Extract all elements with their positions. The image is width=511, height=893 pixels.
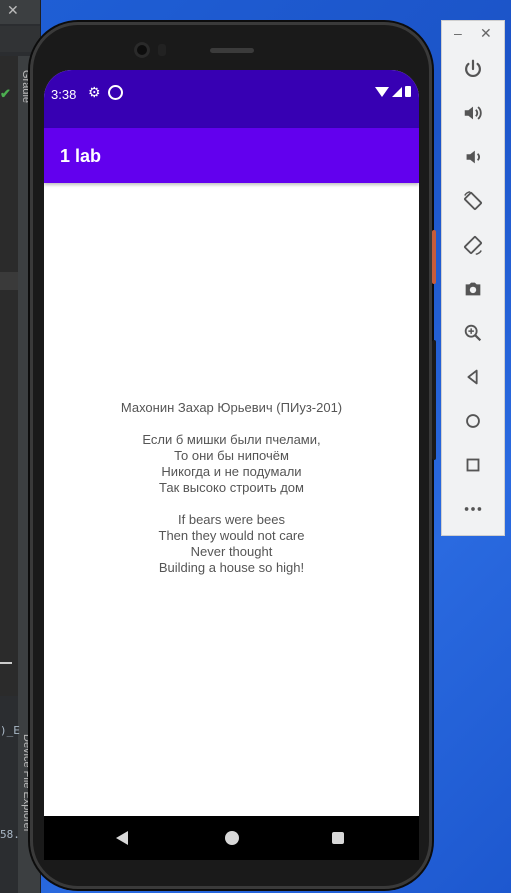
poem-line: Building a house so high! <box>158 560 305 575</box>
overview-icon[interactable] <box>459 451 487 479</box>
volume-side-button[interactable] <box>432 340 436 460</box>
check-icon: ✔ <box>0 86 11 101</box>
poem-russian: Если б мишки были пчелами, То они бы нип… <box>44 432 419 496</box>
main-text: Махонин Захар Юрьевич (ПИуз-201) Если б … <box>44 400 419 592</box>
back-icon[interactable] <box>459 363 487 391</box>
code-fragment: )_E <box>0 724 20 737</box>
poem-line: Never thought <box>190 544 273 559</box>
poem-english: If bears were bees Then they would not c… <box>44 512 419 576</box>
author-line: Махонин Захар Юрьевич (ПИуз-201) <box>120 400 343 415</box>
nav-back-icon[interactable] <box>116 831 128 845</box>
emulator-toolbar: – ✕ <box>441 20 505 536</box>
phone-screen: 3:38 ⚙ 1 lab Махонин Захар Юрьевич (ПИуз… <box>44 70 419 847</box>
battery-icon <box>405 86 411 97</box>
poem-line: If bears were bees <box>178 512 285 527</box>
emulator-titlebar: – ✕ <box>442 25 504 45</box>
nav-home-icon[interactable] <box>225 831 239 845</box>
poem-line: Если б мишки были пчелами, <box>142 432 321 447</box>
zoom-icon[interactable] <box>459 319 487 347</box>
ide-line-highlight <box>0 272 18 290</box>
ide-titlebar: ✕ <box>0 0 40 24</box>
camera-screenshot-icon[interactable] <box>459 275 487 303</box>
speaker-grille <box>210 48 254 53</box>
navigation-bar <box>44 816 419 860</box>
home-icon[interactable] <box>459 407 487 435</box>
app-title: 1 lab <box>60 146 102 166</box>
poem-line: Никогда и не подумали <box>161 464 302 479</box>
minimize-icon[interactable]: – <box>454 25 462 41</box>
rotate-right-icon[interactable] <box>459 231 487 259</box>
volume-up-icon[interactable] <box>459 99 487 127</box>
more-options-icon[interactable] <box>459 495 487 523</box>
code-fragment: 58. <box>0 828 20 841</box>
volume-down-icon[interactable] <box>459 143 487 171</box>
sensor <box>158 44 166 56</box>
status-icons <box>375 86 411 97</box>
camera-icon <box>134 42 150 58</box>
status-bar: 3:38 ⚙ <box>44 70 419 128</box>
sync-icon <box>108 85 123 100</box>
ide-close-icon[interactable]: ✕ <box>7 2 19 19</box>
ide-divider <box>0 662 12 664</box>
wifi-icon <box>375 86 389 97</box>
rotate-left-icon[interactable] <box>459 187 487 215</box>
settings-gear-icon: ⚙ <box>88 84 101 100</box>
app-bar: 1 lab <box>44 128 419 183</box>
close-icon[interactable]: ✕ <box>480 25 492 42</box>
status-time: 3:38 <box>51 87 77 102</box>
power-side-button[interactable] <box>432 230 436 284</box>
nav-recents-icon[interactable] <box>332 832 344 844</box>
poem-line: То они бы нипочём <box>174 448 289 463</box>
poem-line: Так высоко строить дом <box>159 480 304 495</box>
signal-icon <box>392 86 402 97</box>
poem-line: Then they would not care <box>158 528 305 543</box>
ide-gutter <box>0 56 18 696</box>
power-icon[interactable] <box>459 55 487 83</box>
